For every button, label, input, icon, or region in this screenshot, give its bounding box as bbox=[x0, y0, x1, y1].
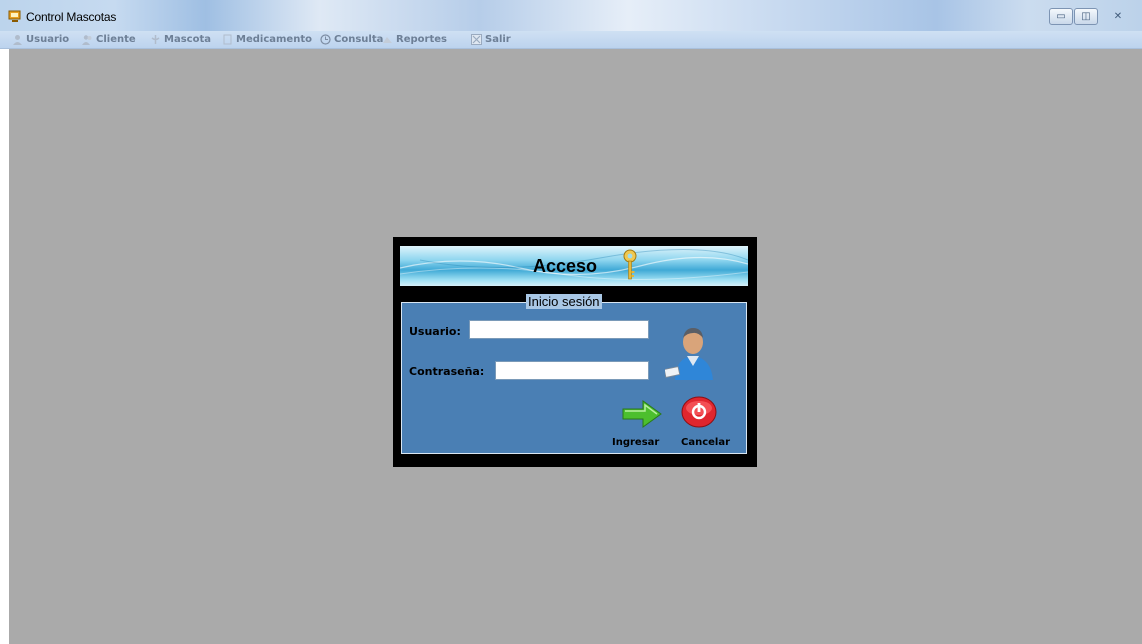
menu-consulta[interactable]: Consulta bbox=[320, 33, 383, 46]
menu-label: Cliente bbox=[96, 34, 136, 45]
password-field[interactable] bbox=[495, 361, 649, 380]
menu-label: Mascota bbox=[164, 34, 211, 45]
reports-icon bbox=[383, 37, 392, 43]
cancel-power-icon[interactable] bbox=[681, 396, 717, 428]
menu-medicamento[interactable]: Medicamento bbox=[222, 33, 312, 46]
menu-mascota[interactable]: Mascota bbox=[150, 33, 211, 46]
login-banner: Acceso bbox=[400, 246, 748, 286]
exit-icon bbox=[471, 34, 482, 45]
menu-reportes[interactable]: Reportes bbox=[382, 33, 447, 46]
password-label: Contraseña: bbox=[409, 365, 485, 378]
cancel-button-label[interactable]: Cancelar bbox=[681, 437, 730, 448]
user-avatar-icon bbox=[665, 328, 713, 380]
login-group-title: Inicio sesión bbox=[526, 294, 602, 309]
pet-icon bbox=[151, 35, 160, 44]
menu-bar: Usuario Cliente Mascota Medicamento Cons… bbox=[0, 31, 1142, 49]
menu-label: Consulta bbox=[334, 34, 384, 45]
title-bar[interactable]: Control Mascotas ▭ ◫ ✕ bbox=[0, 0, 1142, 31]
menu-salir[interactable]: Salir bbox=[471, 33, 511, 46]
restore-button[interactable]: ◫ bbox=[1074, 8, 1098, 25]
clock-icon bbox=[320, 34, 331, 45]
enter-arrow-icon[interactable] bbox=[621, 399, 663, 429]
menu-label: Medicamento bbox=[236, 34, 312, 45]
login-dialog: Acceso Inicio sesión Usuario: Contraseña… bbox=[393, 237, 757, 467]
key-icon bbox=[623, 249, 637, 280]
window-border bbox=[0, 49, 9, 644]
menu-usuario[interactable]: Usuario bbox=[12, 33, 69, 46]
login-title: Acceso bbox=[533, 256, 598, 276]
user-field[interactable] bbox=[469, 320, 649, 339]
enter-button-label[interactable]: Ingresar bbox=[612, 437, 659, 448]
minimize-button[interactable]: ▭ bbox=[1049, 8, 1073, 25]
close-button[interactable]: ✕ bbox=[1103, 8, 1133, 25]
clients-icon bbox=[82, 35, 92, 45]
window-title: Control Mascotas bbox=[26, 10, 117, 24]
menu-label: Salir bbox=[485, 34, 511, 45]
user-icon bbox=[13, 35, 22, 45]
menu-label: Usuario bbox=[26, 34, 70, 45]
menu-label: Reportes bbox=[396, 34, 447, 45]
menu-cliente[interactable]: Cliente bbox=[82, 33, 136, 46]
app-icon bbox=[8, 10, 21, 22]
medicine-icon bbox=[223, 34, 232, 45]
main-window: Control Mascotas ▭ ◫ ✕ Usuario Cliente M… bbox=[0, 0, 1142, 644]
user-label: Usuario: bbox=[409, 325, 461, 338]
